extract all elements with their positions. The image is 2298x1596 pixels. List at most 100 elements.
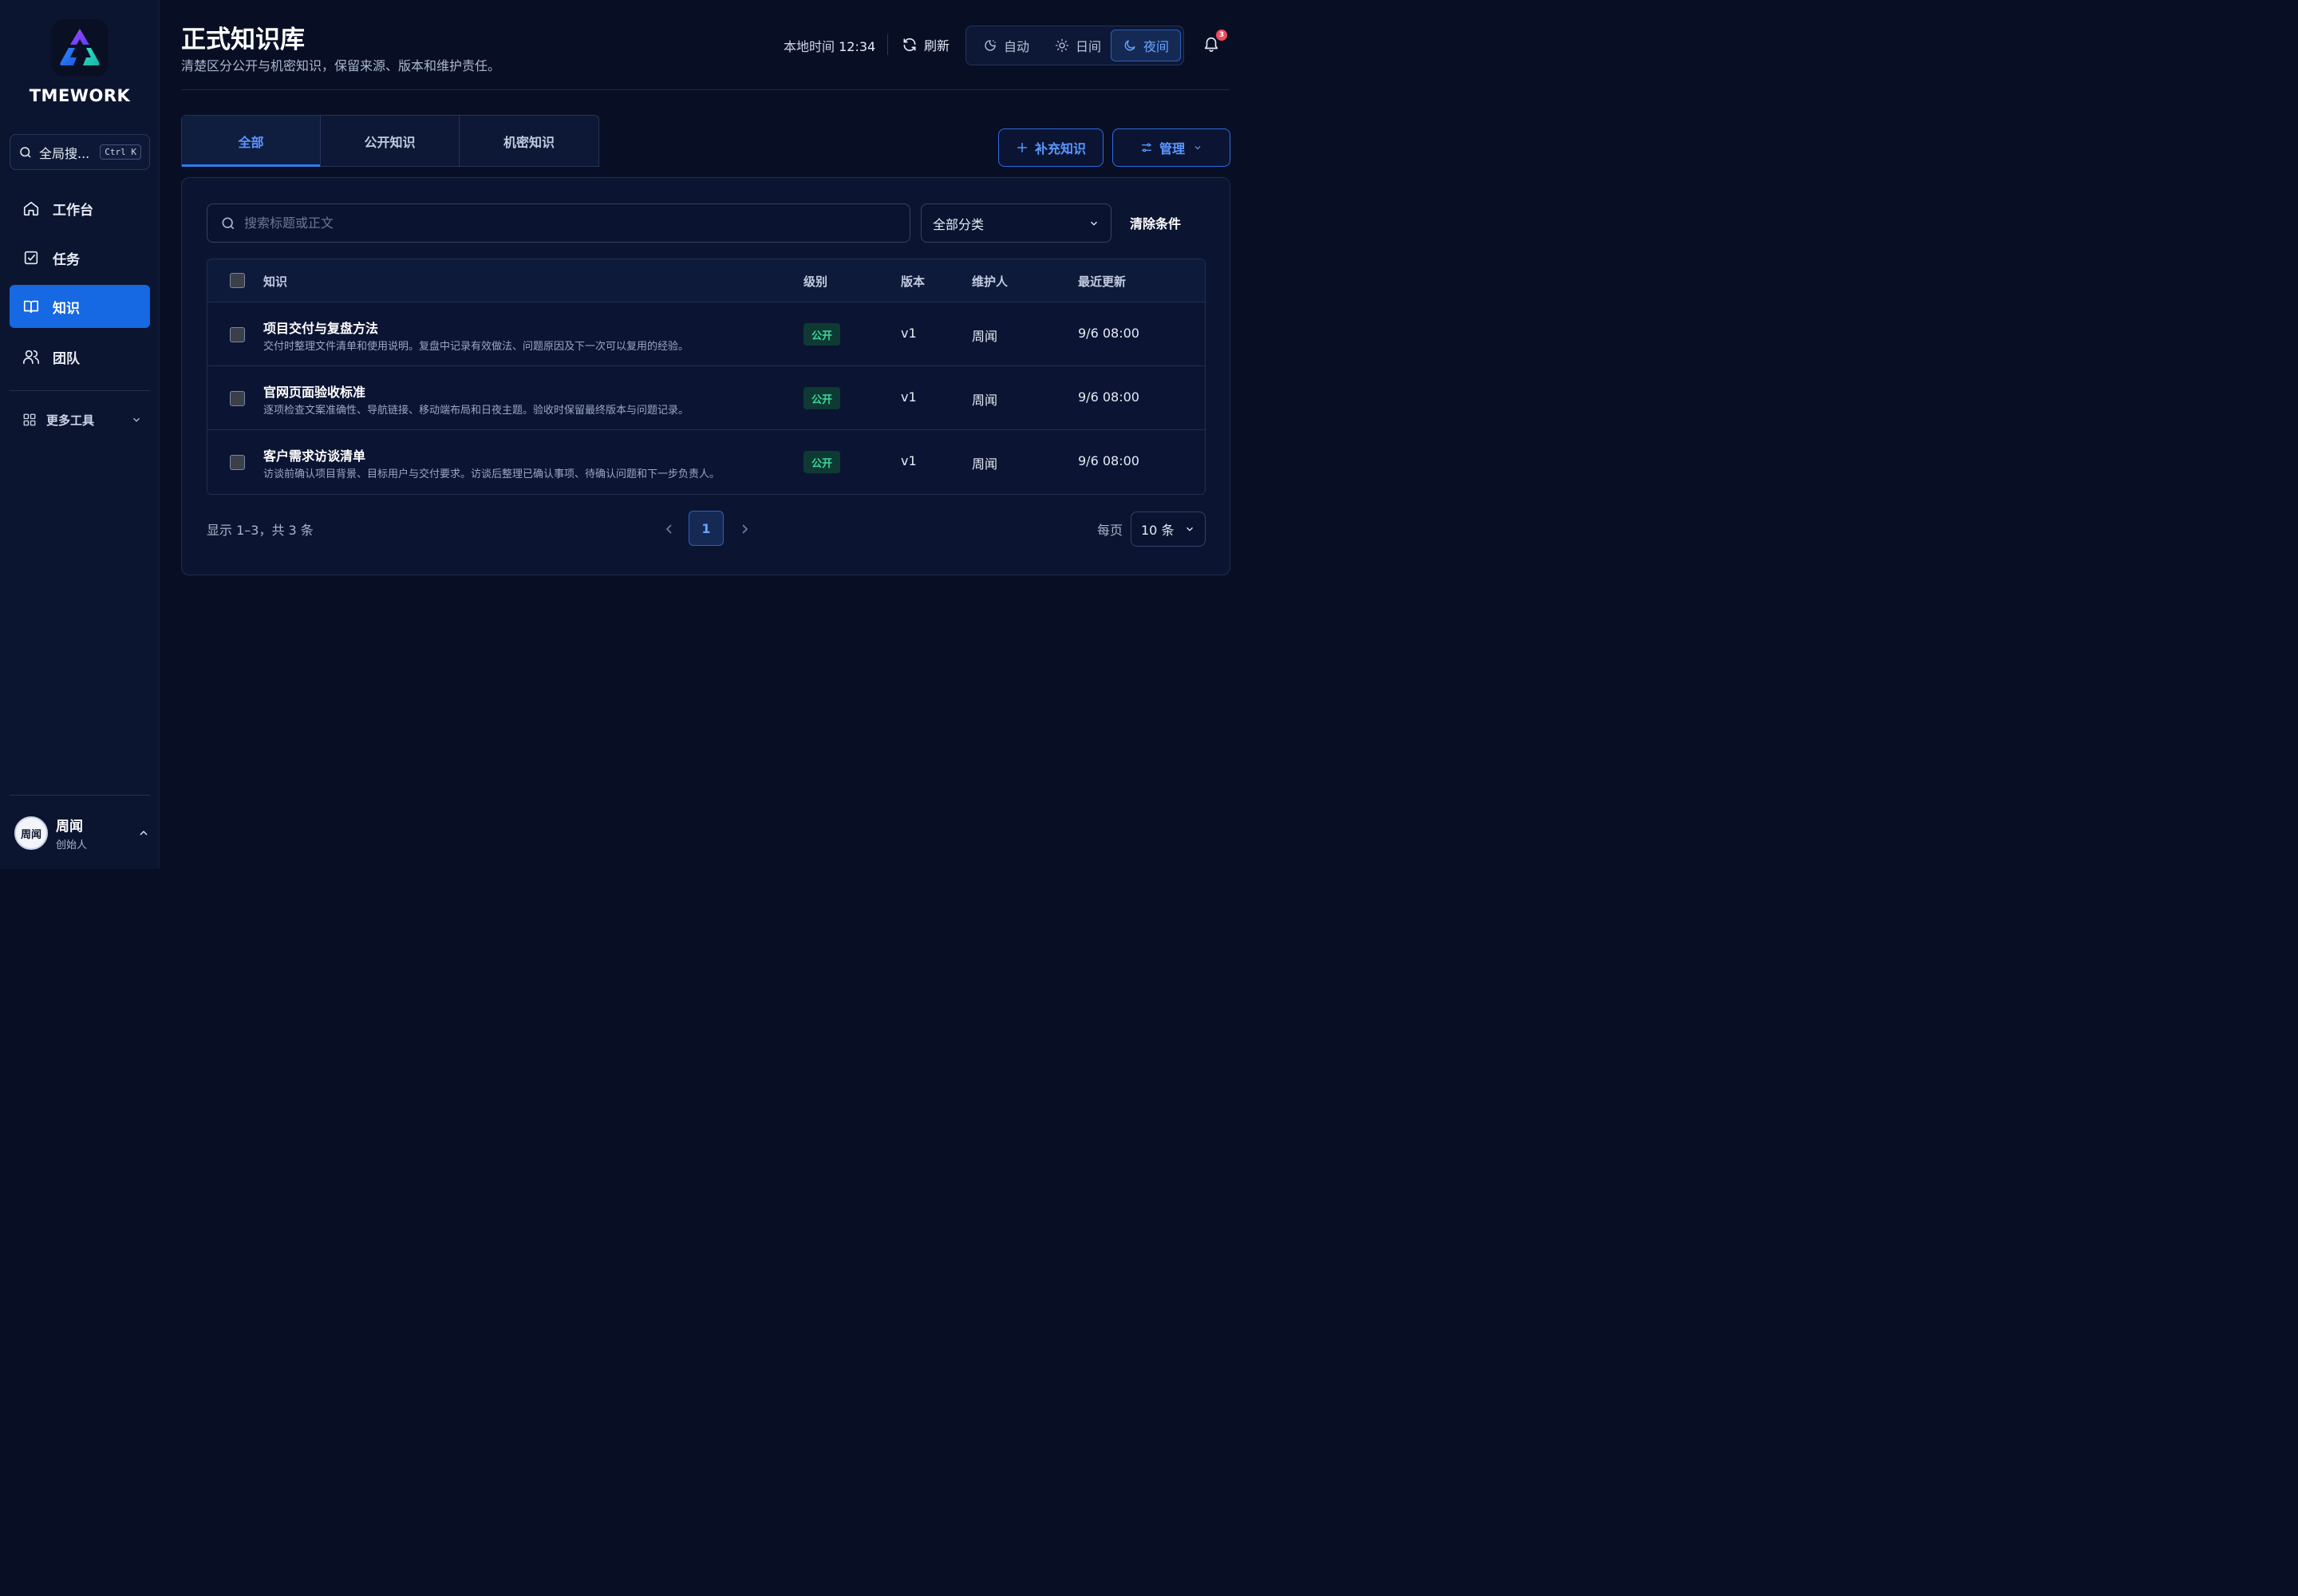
page-button-current[interactable]: 1 (689, 511, 724, 546)
user-menu[interactable]: 周闻 周闻 创始人 (14, 814, 150, 852)
search-input[interactable] (244, 215, 882, 231)
table-row[interactable]: 官网页面验收标准 逐项检查文案准确性、导航链接、移动端布局和日夜主题。验收时保留… (207, 366, 1205, 430)
column-header-level: 级别 (804, 275, 828, 289)
column-header-version: 版本 (901, 275, 926, 289)
chevron-down-icon (1184, 523, 1195, 535)
row-title[interactable]: 官网页面验收标准 (263, 381, 365, 401)
header-separator (887, 34, 888, 55)
sun-icon (1055, 38, 1069, 53)
header-divider (181, 89, 1230, 90)
row-updated: 9/6 08:00 (1078, 453, 1139, 468)
search-icon (18, 145, 33, 160)
column-header-maintainer: 维护人 (972, 275, 1009, 289)
clock-time: 12:34 (839, 39, 876, 54)
manage-button[interactable]: 管理 (1112, 128, 1230, 167)
row-maintainer: 周闻 (972, 393, 998, 408)
local-clock: 本地时间 12:34 (784, 36, 875, 55)
brand-logo-icon[interactable] (51, 19, 109, 77)
more-tools-toggle[interactable]: 更多工具 (22, 409, 142, 431)
global-search-placeholder: 全局搜... (39, 145, 90, 161)
auto-theme-icon (983, 38, 997, 53)
row-maintainer: 周闻 (972, 329, 998, 344)
row-description: 交付时整理文件清单和使用说明。复盘中记录有效做法、问题原因及下一次可以复用的经验… (263, 341, 689, 353)
shortcut-hint: Ctrl K (100, 144, 141, 160)
row-title[interactable]: 项目交付与复盘方法 (263, 318, 378, 337)
clock-label: 本地时间 (784, 39, 835, 54)
per-page-label: 每页 (1097, 523, 1123, 538)
notification-badge: 3 (1216, 30, 1227, 41)
per-page-value: 10 条 (1141, 523, 1175, 538)
table-header: 知识 级别 版本 维护人 最近更新 (207, 259, 1205, 302)
level-badge: 公开 (804, 387, 841, 409)
row-checkbox[interactable] (230, 327, 245, 342)
user-name: 周闻 (56, 819, 83, 835)
row-updated: 9/6 08:00 (1078, 389, 1139, 405)
tab-all[interactable]: 全部 (182, 116, 321, 167)
add-knowledge-label: 补充知识 (1034, 141, 1086, 156)
sidebar-item-label: 知识 (53, 300, 80, 317)
page-subtitle: 清楚区分公开与机密知识，保留来源、版本和维护责任。 (181, 58, 501, 73)
global-search[interactable]: 全局搜... Ctrl K (10, 134, 150, 170)
chevron-up-icon (137, 827, 150, 839)
knowledge-table: 知识 级别 版本 维护人 最近更新 项目交付与复盘方法 交付时整理文件清单和使用… (207, 259, 1206, 495)
grid-icon (22, 413, 37, 427)
sidebar-item-label: 团队 (53, 350, 80, 367)
table-row[interactable]: 项目交付与复盘方法 交付时整理文件清单和使用说明。复盘中记录有效做法、问题原因及… (207, 302, 1205, 366)
column-header-updated: 最近更新 (1078, 275, 1127, 289)
user-role: 创始人 (56, 839, 88, 851)
per-page-select[interactable]: 10 条 (1131, 512, 1206, 547)
knowledge-panel: 全部分类 清除条件 知识 级别 版本 维护人 最近更新 项目交付与复盘方法 交付… (181, 177, 1230, 575)
chevron-right-icon[interactable] (738, 521, 751, 537)
tab-confidential[interactable]: 机密知识 (460, 116, 598, 166)
knowledge-tabs: 全部 公开知识 机密知识 (181, 115, 599, 167)
row-checkbox[interactable] (230, 391, 245, 406)
sidebar-divider (10, 390, 150, 391)
theme-auto-button[interactable]: 自动 (971, 30, 1041, 61)
theme-switcher: 自动 日间 夜间 (965, 26, 1184, 65)
page-title: 正式知识库 (181, 26, 305, 54)
brand-name: TMEWORK (29, 86, 131, 105)
sliders-icon (1140, 141, 1153, 154)
row-title[interactable]: 客户需求访谈清单 (263, 445, 365, 464)
sidebar-item-label: 任务 (53, 251, 80, 268)
sidebar-item-tasks[interactable]: 任务 (10, 236, 150, 279)
refresh-button[interactable]: 刷新 (902, 35, 950, 54)
book-icon (22, 298, 40, 315)
theme-night-button[interactable]: 夜间 (1111, 30, 1181, 61)
clear-filters-button[interactable]: 清除条件 (1130, 213, 1181, 232)
table-row[interactable]: 客户需求访谈清单 访谈前确认项目背景、目标用户与交付要求。访谈后整理已确认事项、… (207, 430, 1205, 494)
sidebar: TMEWORK 全局搜... Ctrl K 工作台 任务 知识 团队 更多工具 … (0, 0, 160, 869)
add-knowledge-button[interactable]: 补充知识 (998, 128, 1104, 167)
avatar: 周闻 (14, 816, 48, 850)
refresh-icon (902, 37, 918, 53)
theme-label: 日间 (1075, 39, 1101, 54)
row-version: v1 (901, 389, 917, 405)
users-icon (22, 348, 40, 365)
theme-label: 自动 (1003, 39, 1029, 54)
refresh-label: 刷新 (924, 38, 950, 53)
category-select[interactable]: 全部分类 (921, 203, 1111, 243)
pagination-info: 显示 1–3，共 3 条 (207, 523, 314, 538)
sidebar-item-team[interactable]: 团队 (10, 335, 150, 378)
theme-label: 夜间 (1143, 39, 1169, 54)
row-checkbox[interactable] (230, 455, 245, 470)
more-tools-label: 更多工具 (46, 413, 95, 428)
row-version: v1 (901, 326, 917, 341)
theme-day-button[interactable]: 日间 (1043, 30, 1113, 61)
row-updated: 9/6 08:00 (1078, 326, 1139, 341)
sidebar-item-label: 工作台 (53, 202, 93, 219)
select-all-checkbox[interactable] (230, 273, 245, 288)
sidebar-item-workbench[interactable]: 工作台 (10, 187, 150, 230)
tab-public[interactable]: 公开知识 (321, 116, 460, 166)
chevron-down-icon (1088, 218, 1100, 229)
search-icon (220, 215, 236, 231)
chevron-down-icon (1193, 143, 1202, 152)
category-value: 全部分类 (933, 216, 985, 232)
manage-label: 管理 (1159, 141, 1185, 156)
home-icon (22, 200, 40, 217)
sidebar-item-knowledge[interactable]: 知识 (10, 285, 150, 328)
level-badge: 公开 (804, 323, 841, 346)
knowledge-search[interactable] (207, 203, 910, 243)
chevron-left-icon[interactable] (663, 521, 676, 537)
row-description: 访谈前确认项目背景、目标用户与交付要求。访谈后整理已确认事项、待确认问题和下一步… (263, 468, 721, 480)
